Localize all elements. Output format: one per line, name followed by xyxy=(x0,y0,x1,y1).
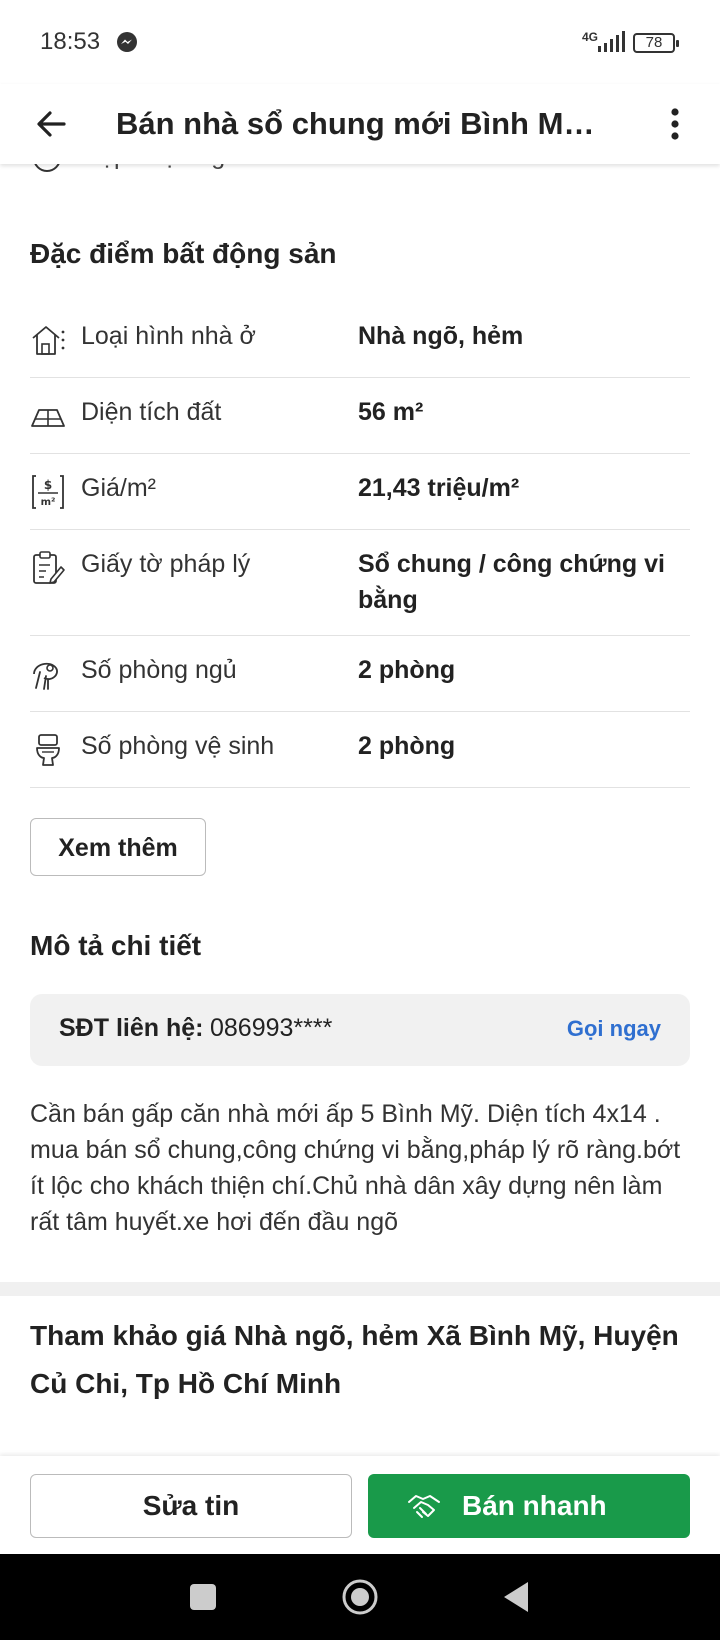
property-row: Giấy tờ pháp lý Sổ chung / công chứng vi… xyxy=(30,530,690,636)
system-nav-bar xyxy=(0,1554,720,1640)
property-row: Số phòng vệ sinh 2 phòng xyxy=(30,712,690,788)
property-label: Giá/m² xyxy=(81,474,156,502)
property-value: 56 m² xyxy=(358,398,424,426)
contact-phone: 086993**** xyxy=(210,1014,333,1042)
property-value: 2 phòng xyxy=(358,656,456,684)
home-button-icon[interactable] xyxy=(341,1578,379,1616)
property-row: $ m² Giá/m² 21,43 triệu/m² xyxy=(30,454,690,530)
section-divider xyxy=(0,1282,720,1296)
contact-label: SĐT liên hệ: xyxy=(59,1014,204,1042)
property-value: 2 phòng xyxy=(358,732,456,760)
property-label: Diện tích đất xyxy=(81,398,222,426)
page-title: Bán nhà sổ chung mới Bình Mỹ... xyxy=(116,106,606,141)
property-table: Loại hình nhà ở Nhà ngõ, hẻm Diện tích đ… xyxy=(30,304,690,788)
property-label: Số phòng vệ sinh xyxy=(81,732,275,760)
edit-listing-button[interactable]: Sửa tin xyxy=(30,1474,352,1538)
more-options-icon[interactable] xyxy=(660,100,690,148)
status-time: 18:53 xyxy=(40,28,101,55)
battery-indicator: 78 xyxy=(633,33,679,53)
call-now-button[interactable]: Gọi ngay xyxy=(567,1016,661,1042)
nav-back-icon[interactable] xyxy=(502,1580,530,1614)
property-row: Diện tích đất 56 m² xyxy=(30,378,690,454)
price-per-m2-icon: $ m² xyxy=(32,475,64,509)
reference-title: Tham khảo giá Nhà ngõ, hẻm Xã Bình Mỹ, H… xyxy=(30,1320,679,1399)
recent-apps-button[interactable] xyxy=(190,1584,216,1610)
contact-box: SĐT liên hệ: 086993**** Gọi ngay xyxy=(30,994,690,1066)
toilet-icon xyxy=(36,734,60,766)
app-header: Bán nhà sổ chung mới Bình Mỹ... xyxy=(0,84,720,164)
quick-sell-button[interactable]: Bán nhanh xyxy=(368,1474,690,1538)
bottom-action-bar: Sửa tin Bán nhanh xyxy=(0,1456,720,1554)
see-more-button[interactable]: Xem thêm xyxy=(30,818,206,876)
property-label: Loại hình nhà ở xyxy=(81,322,256,350)
property-section-title: Đặc điểm bất động sản xyxy=(30,238,337,269)
property-row: Loại hình nhà ở Nhà ngõ, hẻm xyxy=(30,304,690,378)
land-area-icon xyxy=(31,409,65,427)
property-label: Số phòng ngủ xyxy=(81,656,237,684)
status-bar: 18:53 4G 78 xyxy=(0,0,720,84)
bedroom-icon xyxy=(33,662,58,690)
svg-text:m²: m² xyxy=(41,497,56,508)
property-value: 21,43 triệu/m² xyxy=(358,474,520,502)
back-arrow-icon[interactable] xyxy=(28,100,76,148)
legal-document-icon xyxy=(33,551,65,584)
handshake-icon xyxy=(408,1495,440,1518)
signal-icon xyxy=(598,31,625,52)
property-value: Nhà ngõ, hẻm xyxy=(358,322,524,350)
property-row: Số phòng ngủ 2 phòng xyxy=(30,636,690,712)
messenger-icon xyxy=(117,32,137,52)
description-text: Cần bán gấp căn nhà mới ấp 5 Bình Mỹ. Di… xyxy=(30,1100,681,1236)
svg-text:$: $ xyxy=(44,478,52,492)
property-value: Sổ chung / công chứng vi bằng xyxy=(358,550,665,614)
house-type-icon xyxy=(32,326,65,355)
property-label: Giấy tờ pháp lý xyxy=(81,550,251,578)
description-section-title: Mô tả chi tiết xyxy=(30,930,202,961)
quick-sell-label: Bán nhanh xyxy=(462,1490,607,1521)
